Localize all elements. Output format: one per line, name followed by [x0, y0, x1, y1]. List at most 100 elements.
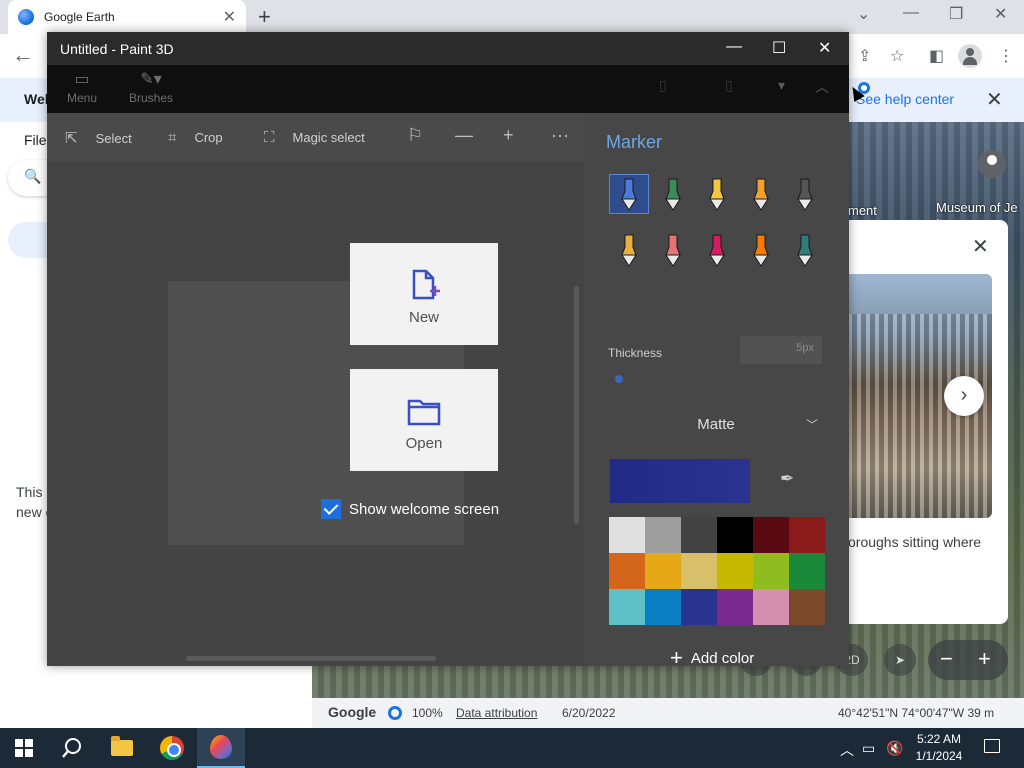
data-attribution-link[interactable]: Data attribution: [456, 706, 537, 720]
bookmark-star-icon[interactable]: ☆: [890, 46, 904, 66]
add-color-button[interactable]: + Add color: [670, 645, 754, 671]
horizontal-scrollbar[interactable]: [186, 656, 436, 661]
folder-icon: ▭: [74, 71, 90, 88]
brush-marker[interactable]: [609, 174, 649, 214]
brush-calligraphy-pen[interactable]: [653, 174, 693, 214]
tab-search-icon[interactable]: ⌄: [857, 4, 870, 24]
palette-swatch[interactable]: [717, 553, 753, 589]
brush-oil-brush[interactable]: [697, 174, 737, 214]
palette-swatch[interactable]: [753, 553, 789, 589]
menu-label: Menu: [67, 91, 98, 105]
more-menu-icon[interactable]: ⋮: [998, 46, 1014, 66]
paint3d-ribbon: ▭ Menu ✎▾ Brushes ▯ ▯ ▾ ︿: [47, 65, 849, 113]
current-color-swatch[interactable]: [610, 459, 750, 503]
brush-pixel-pen[interactable]: [785, 174, 825, 214]
palette-swatch[interactable]: [789, 589, 825, 625]
paint3d-taskbar-button[interactable]: [197, 728, 245, 768]
close-button[interactable]: ✕: [818, 38, 831, 58]
side-panel-icon[interactable]: ◧: [929, 46, 944, 66]
brush-fill[interactable]: [785, 230, 825, 270]
taskbar-clock[interactable]: 5:22 AM 1/1/2024: [906, 731, 972, 765]
zoom-out-icon[interactable]: —: [455, 125, 473, 146]
chrome-taskbar-button[interactable]: [148, 728, 196, 768]
search-button[interactable]: [48, 728, 96, 768]
brush-pencil[interactable]: [609, 230, 649, 270]
loading-ring-icon: [388, 706, 402, 720]
select-tool[interactable]: ⇱ Select: [65, 129, 132, 147]
zoom-in-icon[interactable]: +: [503, 125, 514, 146]
tab-close-icon[interactable]: ✕: [223, 7, 236, 27]
share-icon[interactable]: ⇪: [858, 46, 871, 66]
zoom-out-button[interactable]: −: [940, 646, 953, 672]
start-button[interactable]: [0, 728, 48, 768]
next-photo-button[interactable]: ›: [944, 376, 984, 416]
brush-crayon[interactable]: [697, 230, 737, 270]
thickness-slider-handle[interactable]: [615, 375, 623, 383]
new-project-button[interactable]: New: [350, 243, 498, 345]
zoom-in-button[interactable]: +: [978, 646, 991, 672]
menu-button[interactable]: ▭ Menu: [67, 69, 97, 105]
see-help-center-link[interactable]: See help center: [856, 91, 954, 107]
browser-restore-button[interactable]: ❐: [949, 4, 963, 24]
palette-swatch[interactable]: [789, 517, 825, 553]
network-icon[interactable]: ▭: [862, 740, 875, 757]
paint3d-titlebar[interactable]: Untitled - Paint 3D — ☐ ✕: [47, 32, 849, 65]
show-welcome-toggle[interactable]: Show welcome screen: [321, 499, 499, 519]
browser-tab-google-earth[interactable]: Google Earth ✕: [8, 0, 246, 34]
palette-swatch[interactable]: [645, 517, 681, 553]
palette-swatch[interactable]: [681, 517, 717, 553]
palette-swatch[interactable]: [753, 517, 789, 553]
search-icon: [62, 738, 81, 758]
palette-swatch[interactable]: [609, 517, 645, 553]
vertical-scrollbar[interactable]: [574, 286, 579, 524]
palette-swatch[interactable]: [789, 553, 825, 589]
window-title: Untitled - Paint 3D: [60, 41, 174, 57]
card-close-icon[interactable]: ✕: [972, 234, 989, 259]
finish-dropdown[interactable]: Matte ﹀: [608, 409, 824, 441]
brush-watercolor[interactable]: [741, 174, 781, 214]
palette-swatch[interactable]: [681, 589, 717, 625]
palette-swatch[interactable]: [717, 517, 753, 553]
palette-swatch[interactable]: [609, 589, 645, 625]
brushes-button[interactable]: ✎▾ Brushes: [129, 69, 173, 105]
palette-swatch[interactable]: [753, 589, 789, 625]
brush-spray-can[interactable]: [741, 230, 781, 270]
browser-close-button[interactable]: ✕: [994, 4, 1007, 24]
ribbon-dropdown-icon[interactable]: ▾: [778, 77, 785, 94]
notification-center-icon[interactable]: [984, 739, 1000, 753]
chevron-down-icon: ﹀: [805, 418, 818, 432]
marker-icon: [621, 178, 637, 211]
account-circle-icon[interactable]: [978, 150, 1006, 178]
open-project-button[interactable]: Open: [350, 369, 498, 471]
canvas-workspace[interactable]: [47, 161, 584, 666]
collapse-ribbon-icon[interactable]: ︿: [815, 77, 829, 97]
color-palette: [609, 517, 825, 625]
palette-swatch[interactable]: [645, 589, 681, 625]
volume-muted-icon[interactable]: 🔇: [886, 740, 903, 757]
palette-swatch[interactable]: [681, 553, 717, 589]
palette-swatch[interactable]: [717, 589, 753, 625]
flag-icon[interactable]: ⚐: [407, 125, 423, 146]
file-explorer-button[interactable]: [98, 728, 146, 768]
browser-minimize-button[interactable]: —: [903, 4, 919, 22]
magic-select-tool[interactable]: ⛶ Magic select: [264, 129, 365, 146]
profile-avatar-icon[interactable]: [958, 44, 982, 68]
palette-swatch[interactable]: [645, 553, 681, 589]
brush-eraser[interactable]: [653, 230, 693, 270]
eyedropper-icon[interactable]: ✒: [780, 469, 802, 491]
crop-tool[interactable]: ⌗ Crop: [168, 129, 223, 146]
back-arrow-icon[interactable]: ←: [12, 42, 34, 68]
palette-swatch[interactable]: [609, 553, 645, 589]
show-hidden-icons-icon[interactable]: ︿: [840, 740, 854, 760]
more-options-icon[interactable]: ···: [551, 125, 569, 146]
map-label-partial: ment: [848, 203, 877, 218]
file-menu[interactable]: File: [24, 132, 47, 148]
maximize-button[interactable]: ☐: [772, 38, 786, 58]
minimize-button[interactable]: —: [726, 38, 742, 56]
compass-icon[interactable]: ➤: [884, 644, 916, 676]
new-tab-button[interactable]: +: [258, 4, 271, 30]
open-label: Open: [405, 435, 443, 452]
banner-close-icon[interactable]: ✕: [986, 87, 1003, 112]
thickness-input[interactable]: 5px: [740, 336, 822, 364]
show-welcome-checkbox[interactable]: [321, 499, 341, 519]
